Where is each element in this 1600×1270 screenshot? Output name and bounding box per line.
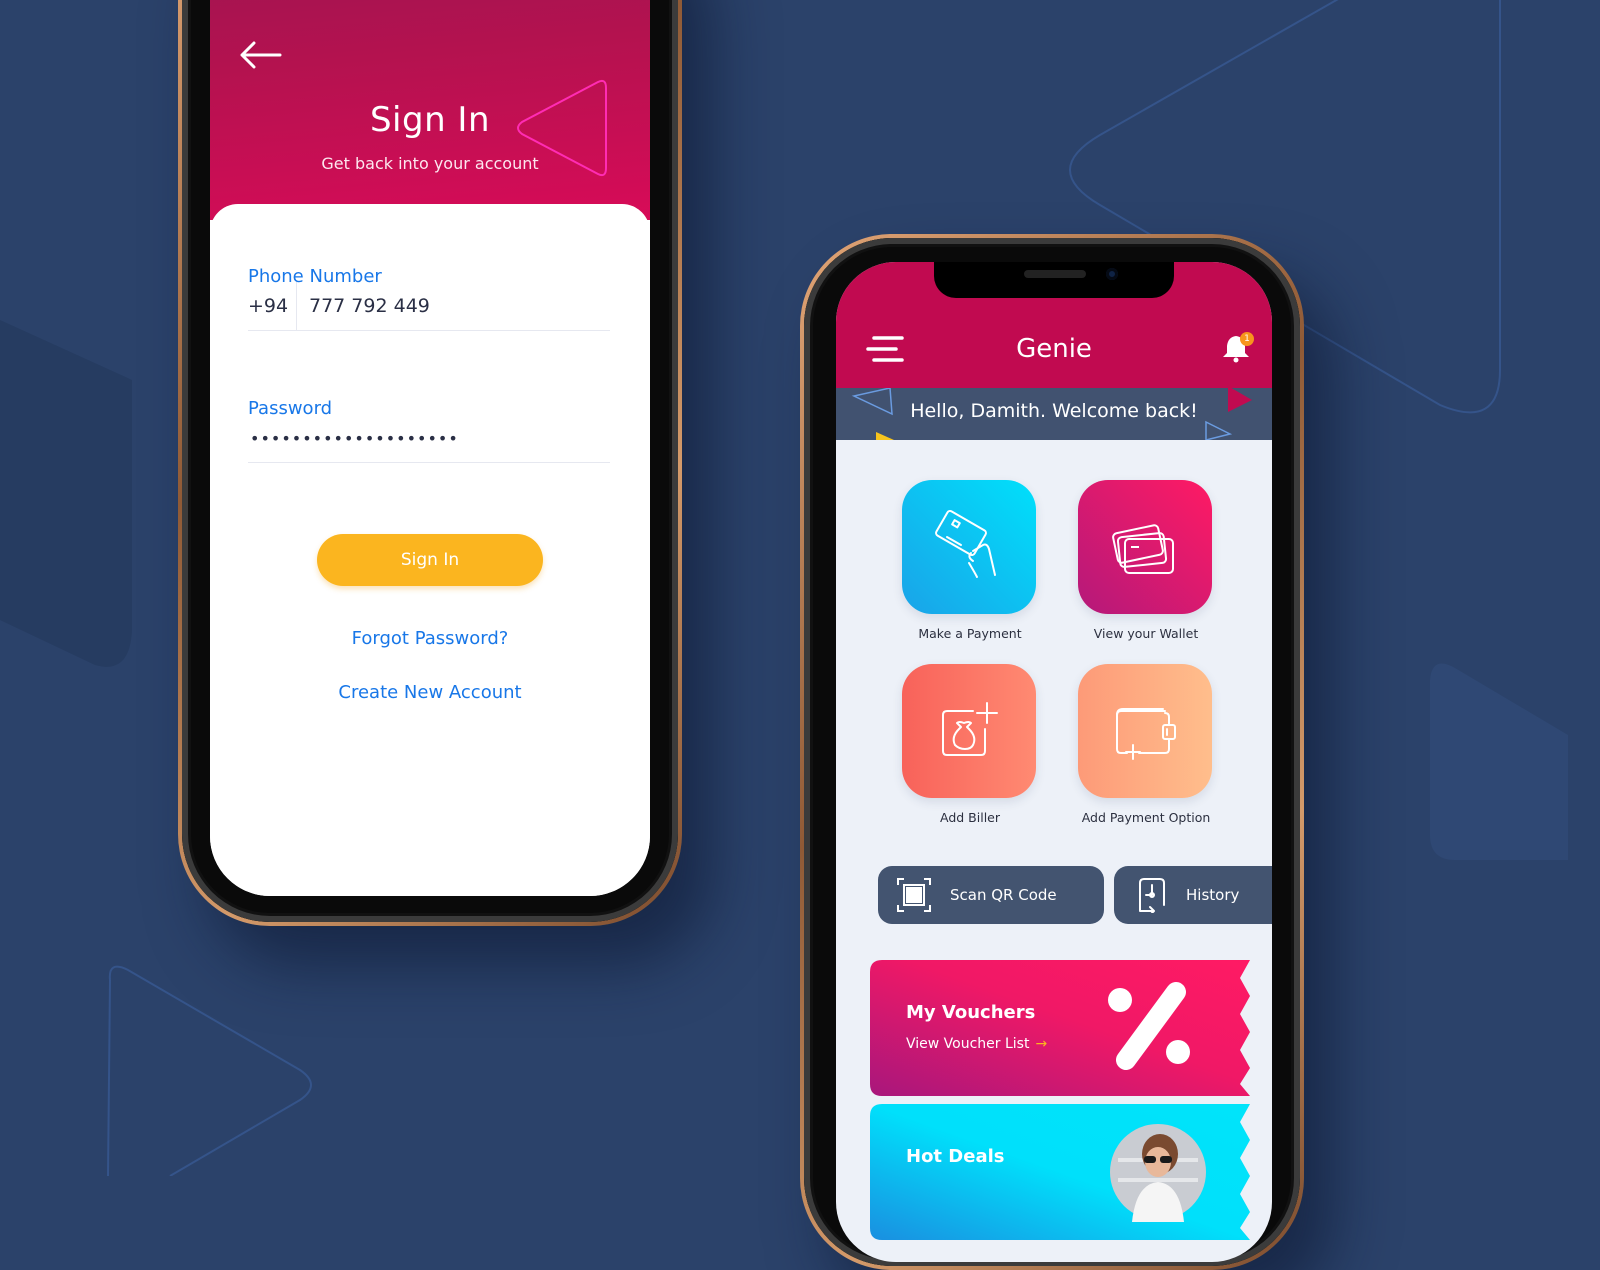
sign-in-button[interactable]: Sign In: [317, 534, 543, 586]
bg-triangle-outline-bottomleft: [107, 965, 312, 1176]
qr-scan-icon: [897, 878, 931, 912]
tile-label: Add Biller: [940, 810, 1000, 825]
notification-count-badge: 1: [1240, 332, 1254, 346]
phone-notch: [934, 262, 1174, 298]
history-button[interactable]: History: [1114, 866, 1272, 924]
promo-title: My Vouchers: [906, 1002, 1036, 1023]
cards-icon: [1112, 524, 1174, 574]
promo-subtitle: View Voucher List: [906, 1036, 1030, 1052]
page-title: Sign In: [369, 100, 491, 140]
country-code-select[interactable]: +94: [248, 282, 297, 330]
dashboard-screen: Genie 1 Hello, Damith. Welcome back! Mak…: [836, 262, 1272, 1262]
password-input[interactable]: [248, 414, 614, 462]
hot-deals-card[interactable]: Hot Deals: [870, 1104, 1250, 1240]
welcome-banner: Hello, Damith. Welcome back!: [836, 388, 1272, 440]
welcome-message: Hello, Damith. Welcome back!: [910, 400, 1198, 422]
notifications-button[interactable]: 1: [1220, 332, 1256, 368]
tile-label: Make a Payment: [918, 626, 1022, 641]
tile-add-biller[interactable]: Add Biller: [902, 664, 1038, 825]
create-account-link[interactable]: Create New Account: [210, 682, 650, 703]
percent-icon: [1108, 982, 1190, 1070]
avatar-photo: [1110, 1124, 1206, 1222]
tile-icon-box: [1078, 664, 1212, 798]
bg-triangle-outline-topright: [1058, 0, 1340, 240]
promo-title: Hot Deals: [906, 1146, 1005, 1167]
money-bag-add-icon: [942, 702, 998, 756]
password-field: [248, 414, 614, 463]
my-vouchers-card[interactable]: My Vouchers View Voucher List →: [870, 960, 1250, 1096]
scan-qr-code-button[interactable]: Scan QR Code: [878, 866, 1104, 924]
speaker-grille: [1024, 270, 1086, 278]
bg-triangle-filled-left: [0, 320, 132, 667]
signin-header: Sign In Get back into your account: [210, 0, 650, 220]
front-camera: [1106, 268, 1118, 280]
arrow-right-icon: →: [1035, 1036, 1048, 1052]
app-title: Genie: [1016, 334, 1092, 364]
signin-screen: Sign In Get back into your account Phone…: [210, 0, 650, 896]
tile-make-payment[interactable]: Make a Payment: [902, 480, 1038, 641]
wallet-add-icon: [1116, 708, 1176, 760]
tile-icon-box: [902, 480, 1036, 614]
tile-label: View your Wallet: [1093, 626, 1199, 641]
card-in-hand-icon: [935, 509, 996, 578]
tile-label: Add Payment Option: [1081, 810, 1211, 825]
phone-dashboard: Genie 1 Hello, Damith. Welcome back! Mak…: [800, 234, 1304, 1270]
history-icon: [1139, 878, 1165, 913]
scan-qr-code-label: Scan QR Code: [950, 886, 1057, 904]
forgot-password-link[interactable]: Forgot Password?: [210, 628, 650, 649]
view-voucher-list-link[interactable]: View Voucher List →: [906, 1036, 1047, 1052]
tile-icon-box: [902, 664, 1036, 798]
tile-add-payment-option[interactable]: Add Payment Option: [1078, 664, 1214, 825]
phone-signin: Sign In Get back into your account Phone…: [178, 0, 682, 926]
bg-triangle-filled-right: [1430, 663, 1568, 860]
tile-view-wallet[interactable]: View your Wallet: [1078, 480, 1214, 641]
history-label: History: [1186, 886, 1240, 904]
page-subtitle: Get back into your account: [321, 154, 539, 173]
arrow-left-icon[interactable]: [238, 40, 282, 70]
phone-number-field: +94: [248, 282, 610, 331]
phone-number-input[interactable]: [297, 294, 591, 318]
tile-icon-box: [1078, 480, 1212, 614]
